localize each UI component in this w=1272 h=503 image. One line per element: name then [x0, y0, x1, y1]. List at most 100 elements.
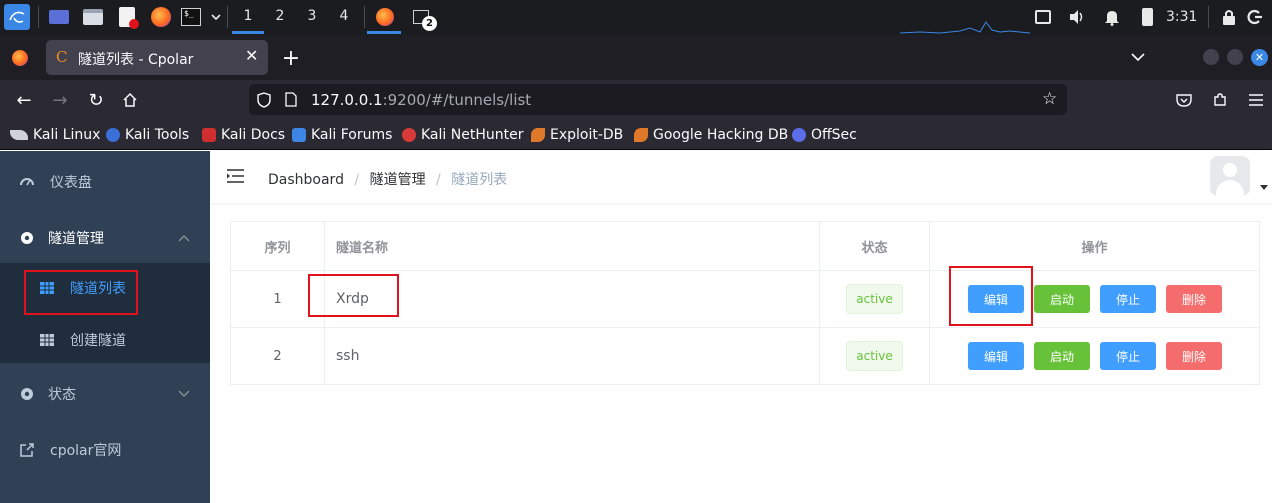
- bookmark-kali-linux[interactable]: Kali Linux: [10, 126, 100, 144]
- cpu-graph: [900, 21, 1030, 34]
- logout-icon[interactable]: [1244, 6, 1266, 28]
- edit-button[interactable]: 编辑: [968, 342, 1024, 370]
- terminal-launcher-icon[interactable]: $_: [180, 6, 202, 28]
- bookmark-kali-forums[interactable]: Kali Forums: [292, 126, 392, 144]
- avatar[interactable]: [1210, 156, 1250, 196]
- clock: 3:31: [1166, 9, 1198, 25]
- show-desktop-icon[interactable]: [48, 6, 70, 28]
- start-button[interactable]: 启动: [1034, 285, 1090, 313]
- url-path: :9200/#/tunnels/list: [382, 91, 532, 109]
- list-all-tabs-icon[interactable]: [1127, 46, 1149, 68]
- column-header-index: 序列: [230, 221, 325, 271]
- start-button[interactable]: 启动: [1034, 342, 1090, 370]
- workspace-1[interactable]: 1: [238, 8, 258, 24]
- terminal-window-count: 2: [422, 16, 437, 31]
- maximize-window-button[interactable]: [1227, 49, 1243, 65]
- exploit-db-icon: [531, 128, 545, 142]
- workspace-2[interactable]: 2: [270, 8, 290, 24]
- bookmark-google-hacking-db[interactable]: Google Hacking DB: [634, 126, 788, 144]
- sidebar-item-label: 状态: [48, 387, 76, 403]
- back-icon[interactable]: ←: [12, 88, 36, 112]
- caret-down-icon[interactable]: [1260, 185, 1268, 190]
- reload-icon[interactable]: ↻: [84, 88, 108, 112]
- sidebar-item-tunnel-mgmt[interactable]: 隧道管理: [0, 210, 210, 266]
- pocket-icon[interactable]: [1172, 88, 1196, 112]
- sidebar-item-cpolar-site[interactable]: cpolar官网: [0, 422, 210, 478]
- bookmark-star-icon[interactable]: ☆: [1042, 89, 1057, 109]
- breadcrumb-dashboard[interactable]: Dashboard: [268, 172, 344, 188]
- kali-dragon-icon: [10, 130, 28, 140]
- offsec-icon: [792, 128, 806, 142]
- url-text[interactable]: 127.0.0.1:9200/#/tunnels/list: [311, 91, 531, 109]
- firefox-launcher-icon[interactable]: [150, 6, 172, 28]
- minimize-window-button[interactable]: [1203, 49, 1219, 65]
- breadcrumb-separator: /: [354, 172, 360, 188]
- file-manager-icon[interactable]: [82, 6, 104, 28]
- kali-nethunter-icon: [402, 128, 416, 142]
- battery-icon[interactable]: [1136, 6, 1158, 28]
- cpolar-favicon: C: [56, 48, 68, 66]
- taskbar-separator: [38, 6, 39, 28]
- network-icon[interactable]: [1032, 6, 1054, 28]
- hamburger-toggle-icon[interactable]: [227, 169, 244, 183]
- google-hacking-db-icon: [634, 128, 648, 142]
- url-host: 127.0.0.1: [311, 91, 383, 109]
- launcher-dropdown-icon[interactable]: [205, 6, 227, 28]
- workspace-4[interactable]: 4: [334, 8, 354, 24]
- firefox-view-icon[interactable]: [8, 46, 32, 70]
- kali-tools-icon: [106, 128, 120, 142]
- bookmark-label: Kali NetHunter: [421, 127, 524, 143]
- taskbar-separator: [1208, 6, 1209, 28]
- status-badge: active: [846, 341, 903, 371]
- app-menu-icon[interactable]: [1244, 88, 1268, 112]
- bookmark-kali-nethunter[interactable]: Kali NetHunter: [402, 126, 523, 144]
- column-header-name: 隧道名称: [324, 221, 820, 271]
- delete-button[interactable]: 删除: [1166, 285, 1222, 313]
- new-tab-icon[interactable]: +: [279, 46, 303, 71]
- browser-tab-active[interactable]: C 隧道列表 - Cpolar ✕: [46, 40, 268, 75]
- taskbar-separator: [364, 6, 365, 28]
- lock-screen-icon[interactable]: [1218, 6, 1240, 28]
- tab-title: 隧道列表 - Cpolar: [78, 52, 194, 68]
- annotation-box-edit: [949, 266, 1033, 326]
- active-window-indicator: [367, 31, 401, 34]
- bookmark-label: Kali Linux: [33, 127, 101, 143]
- volume-icon[interactable]: [1066, 6, 1088, 28]
- text-editor-icon[interactable]: [116, 6, 139, 29]
- sidebar-item-create-tunnel[interactable]: 创建隧道: [0, 315, 210, 365]
- table-icon: [40, 334, 54, 346]
- bookmark-kali-tools[interactable]: Kali Tools: [106, 126, 189, 144]
- annotation-box-xrdp: [308, 274, 399, 317]
- delete-button[interactable]: 删除: [1166, 342, 1222, 370]
- stop-button[interactable]: 停止: [1100, 285, 1156, 313]
- row-index: 2: [230, 327, 325, 385]
- close-tab-icon[interactable]: ✕: [245, 46, 258, 65]
- breadcrumb-tunnel-mgmt[interactable]: 隧道管理: [370, 172, 426, 188]
- bookmark-offsec[interactable]: OffSec: [792, 126, 857, 144]
- workspace-3[interactable]: 3: [302, 8, 322, 24]
- home-icon[interactable]: [118, 88, 142, 112]
- url-bar[interactable]: 127.0.0.1:9200/#/tunnels/list ☆: [249, 84, 1067, 115]
- stop-button[interactable]: 停止: [1100, 342, 1156, 370]
- bookmark-label: Google Hacking DB: [653, 127, 789, 143]
- notifications-icon[interactable]: [1101, 6, 1123, 28]
- sidebar-item-status[interactable]: 状态: [0, 366, 210, 422]
- bookmark-exploit-db[interactable]: Exploit-DB: [531, 126, 623, 144]
- forward-icon[interactable]: →: [48, 88, 72, 112]
- close-window-button[interactable]: ✕: [1251, 49, 1268, 66]
- breadcrumb: Dashboard / 隧道管理 / 隧道列表: [268, 169, 507, 189]
- firefox-window-icon[interactable]: [374, 6, 396, 28]
- terminal-window-icon[interactable]: 2: [410, 6, 437, 31]
- bookmark-kali-docs[interactable]: Kali Docs: [202, 126, 285, 144]
- breadcrumb-separator: /: [436, 172, 441, 188]
- extensions-icon[interactable]: [1208, 88, 1232, 112]
- bookmark-label: Kali Tools: [125, 127, 190, 143]
- breadcrumb-current: 隧道列表: [451, 172, 508, 188]
- page-info-icon[interactable]: [285, 92, 297, 111]
- navbar: Dashboard / 隧道管理 / 隧道列表: [210, 151, 1272, 203]
- annotation-box-tunnel-list: [24, 270, 138, 315]
- kali-forums-icon: [292, 128, 306, 142]
- sidebar-item-dashboard[interactable]: 仪表盘: [0, 154, 210, 210]
- kali-menu-icon[interactable]: [4, 4, 30, 30]
- site-info-shield-icon[interactable]: [257, 92, 271, 112]
